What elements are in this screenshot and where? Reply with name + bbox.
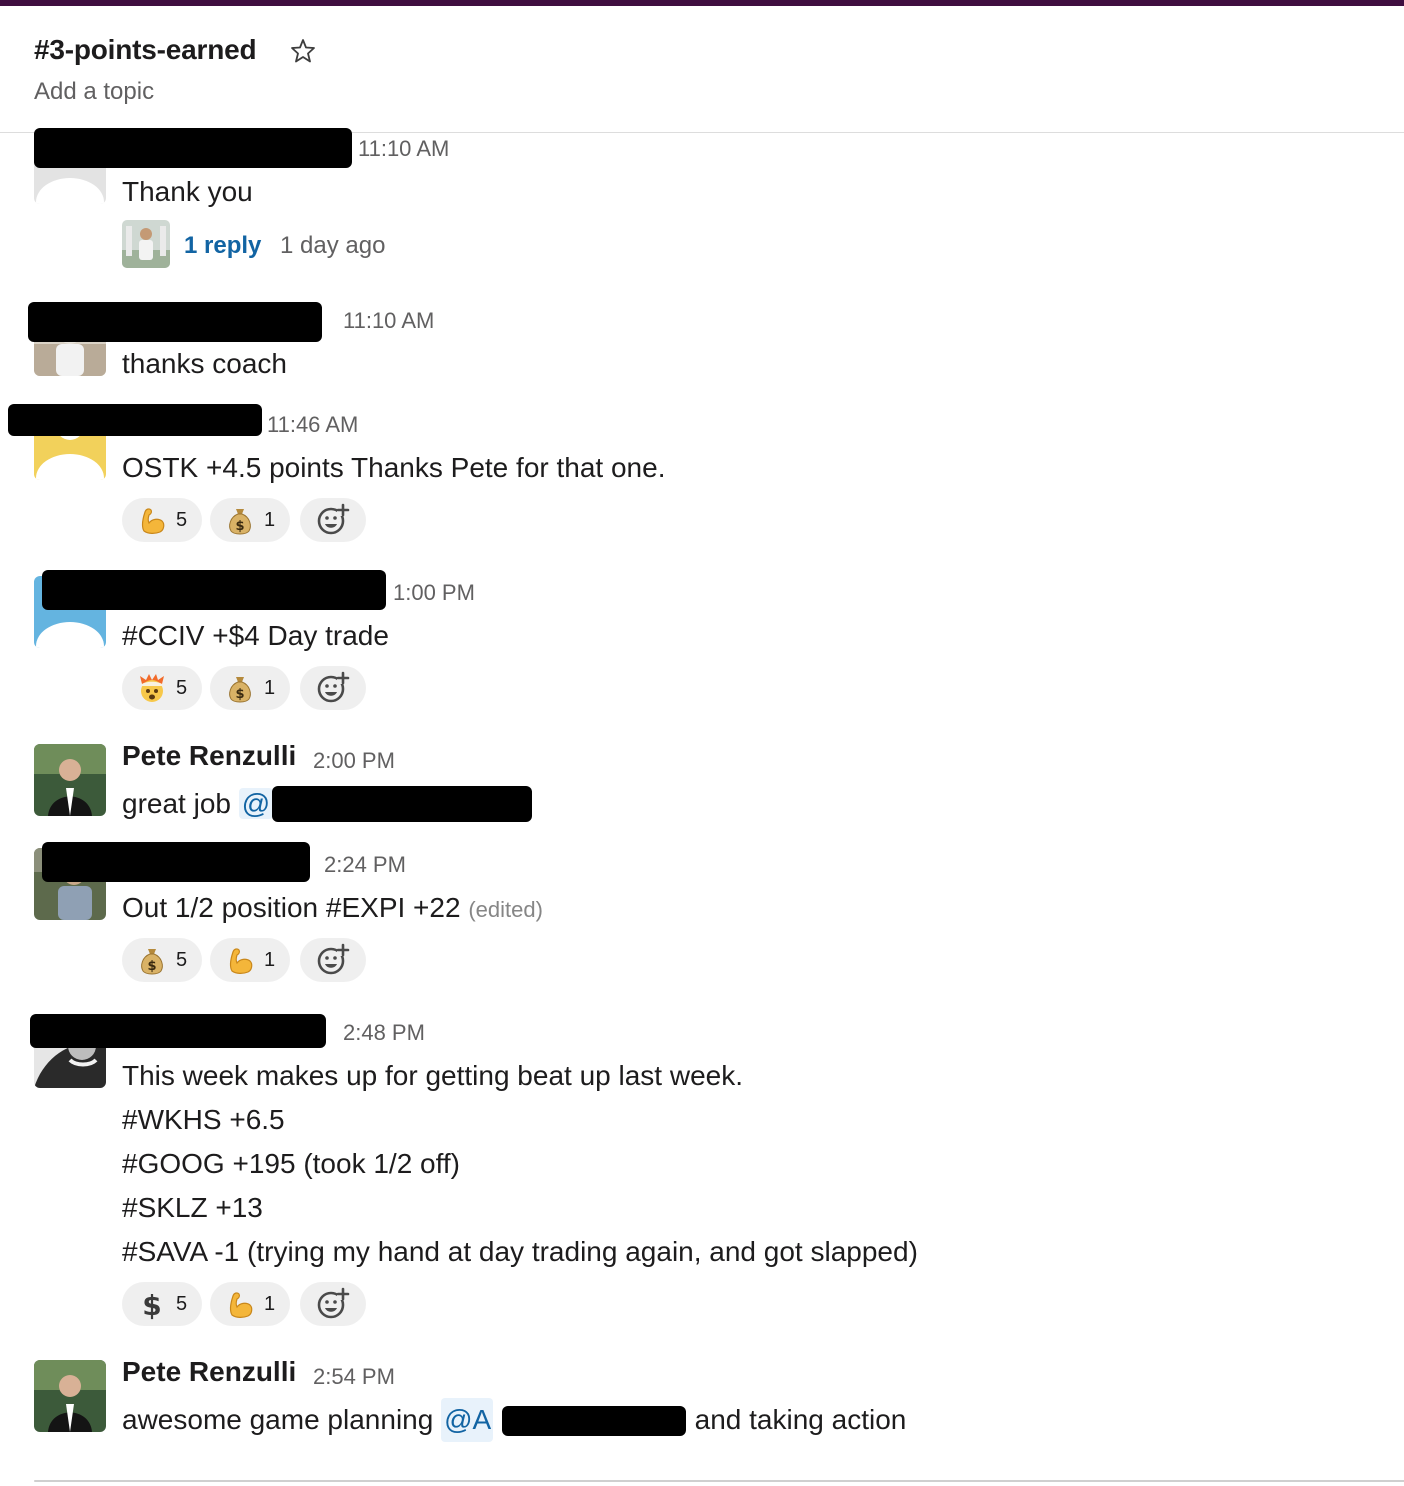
add-reaction-button[interactable] — [300, 666, 366, 710]
message-text: Out 1/2 position #EXPI +22 (edited) — [122, 886, 543, 932]
composer-top-border — [34, 1480, 1404, 1482]
channel-header: #3-points-earned Add a topic — [34, 34, 315, 105]
flexed-biceps-icon — [136, 504, 168, 536]
reaction-pill[interactable]: 5 — [122, 938, 202, 982]
message-timestamp[interactable]: 1:00 PM — [393, 580, 475, 606]
message-text: OSTK +4.5 points Thanks Pete for that on… — [122, 452, 666, 483]
message-text-content: awesome game planning — [122, 1404, 434, 1435]
reaction-pill[interactable]: 1 — [210, 938, 290, 982]
reaction-count: 1 — [264, 676, 276, 699]
reaction-count: 1 — [264, 948, 276, 971]
reaction-pill[interactable]: 1 — [210, 1282, 290, 1326]
add-reaction-button[interactable] — [300, 938, 366, 982]
money-bag-icon — [136, 944, 168, 976]
money-bag-icon — [224, 672, 256, 704]
flexed-biceps-icon — [224, 944, 256, 976]
reaction-pill[interactable]: 1 — [210, 498, 290, 542]
user-mention[interactable]: @ — [238, 788, 274, 819]
redacted-username — [34, 128, 352, 168]
reaction-pill[interactable]: 1 — [210, 666, 290, 710]
message-text: Thank you — [122, 176, 253, 207]
redacted-username — [42, 570, 386, 610]
redacted-username — [28, 302, 322, 342]
message-line: #WKHS +6.5 — [122, 1104, 285, 1135]
message-text: #CCIV +$4 Day trade — [122, 620, 389, 651]
reaction-count: 1 — [264, 508, 276, 531]
message-timestamp[interactable]: 2:48 PM — [343, 1020, 425, 1046]
redacted-username — [42, 842, 310, 882]
author-name[interactable]: Pete Renzulli — [122, 740, 296, 772]
exploding-head-icon — [136, 672, 168, 704]
reaction-pill[interactable]: 5 — [122, 498, 202, 542]
message-timestamp[interactable]: 11:46 AM — [267, 412, 358, 438]
add-reaction-icon — [316, 943, 350, 977]
redacted-username — [8, 404, 262, 436]
avatar[interactable] — [34, 1360, 106, 1432]
message-timestamp[interactable]: 2:00 PM — [313, 748, 395, 774]
add-reaction-icon — [316, 503, 350, 537]
avatar[interactable] — [34, 744, 106, 816]
message-line: #GOOG +195 (took 1/2 off) — [122, 1148, 460, 1179]
message-timestamp[interactable]: 2:24 PM — [324, 852, 406, 878]
add-reaction-button[interactable] — [300, 1282, 366, 1326]
reaction-count: 5 — [176, 508, 188, 531]
flexed-biceps-icon — [224, 1288, 256, 1320]
redacted-mention — [272, 786, 532, 822]
message-timestamp[interactable]: 11:10 AM — [358, 136, 449, 162]
thread-reply-avatar — [122, 220, 170, 268]
workspace-color-bar — [0, 0, 1404, 6]
message-text-content: great job — [122, 788, 231, 819]
reaction-count: 5 — [176, 948, 188, 971]
user-mention[interactable]: @A — [441, 1398, 494, 1442]
message-text-content: and taking action — [694, 1404, 907, 1435]
message-line: #SAVA -1 (trying my hand at day trading … — [122, 1236, 918, 1267]
edited-label: (edited) — [468, 897, 543, 922]
redacted-mention — [502, 1406, 686, 1436]
reaction-count: 1 — [264, 1292, 276, 1315]
last-reply-time: 1 day ago — [280, 232, 386, 259]
add-reaction-button[interactable] — [300, 498, 366, 542]
message-text: thanks coach — [122, 348, 287, 379]
redacted-username — [30, 1014, 326, 1048]
message-text-content: Out 1/2 position #EXPI +22 — [122, 892, 461, 923]
channel-topic[interactable]: Add a topic — [34, 78, 154, 106]
heavy-dollar-sign-icon — [136, 1288, 168, 1320]
money-bag-icon — [224, 504, 256, 536]
reaction-pill[interactable]: 5 — [122, 1282, 202, 1326]
star-icon[interactable] — [290, 38, 316, 64]
reply-count-link[interactable]: 1 reply — [184, 232, 261, 260]
message-text: great job @ — [122, 782, 274, 826]
author-name[interactable]: Pete Renzulli — [122, 1356, 296, 1388]
message-line: This week makes up for getting beat up l… — [122, 1060, 743, 1091]
add-reaction-icon — [316, 671, 350, 705]
message-timestamp[interactable]: 11:10 AM — [343, 308, 434, 334]
reaction-count: 5 — [176, 676, 188, 699]
reaction-count: 5 — [176, 1292, 188, 1315]
message-timestamp[interactable]: 2:54 PM — [313, 1364, 395, 1390]
reaction-pill[interactable]: 5 — [122, 666, 202, 710]
add-reaction-icon — [316, 1287, 350, 1321]
channel-name[interactable]: #3-points-earned — [34, 34, 257, 66]
message-line: #SKLZ +13 — [122, 1192, 263, 1223]
